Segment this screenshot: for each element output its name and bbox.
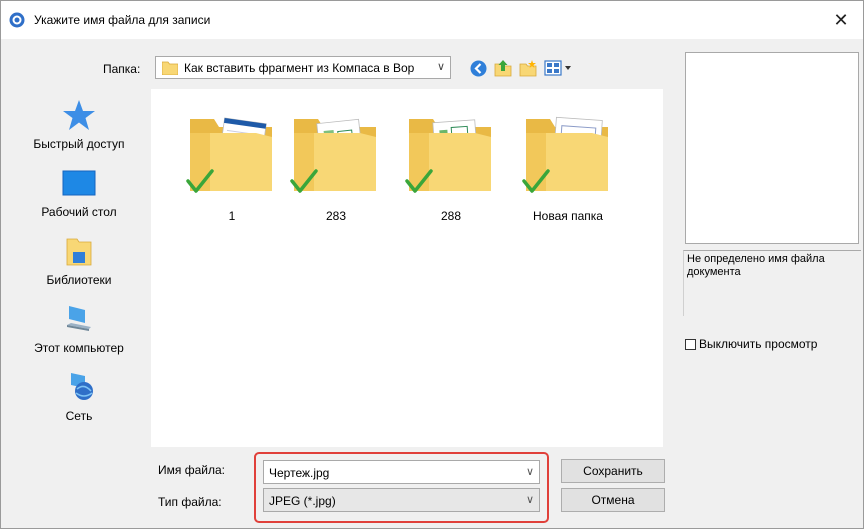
cancel-button[interactable]: Отмена [561, 488, 665, 512]
window-title: Укажите имя файла для записи [34, 13, 211, 27]
file-item-283[interactable]: 283 [283, 103, 389, 223]
highlight-frame [254, 452, 549, 523]
folder-synced-icon [522, 116, 608, 193]
place-label: Сеть [65, 409, 93, 423]
file-item-1[interactable]: 1 [179, 103, 285, 223]
places-bar: Быстрый доступ Рабочий стол Библиотеки Э… [15, 89, 143, 447]
place-desktop[interactable]: Рабочий стол [15, 167, 143, 219]
view-menu-icon [544, 60, 571, 76]
place-libraries[interactable]: Библиотеки [15, 235, 143, 287]
file-name: 288 [440, 209, 462, 223]
libraries-icon [66, 238, 92, 266]
up-folder-icon [494, 60, 512, 77]
close-button[interactable]: ✕ [819, 1, 863, 39]
place-network[interactable]: Сеть [15, 371, 143, 423]
place-this-pc[interactable]: Этот компьютер [15, 303, 143, 355]
network-icon [71, 373, 93, 400]
save-button-label: Сохранить [583, 464, 643, 478]
preview-info: Не определено имя файла документа [683, 250, 861, 316]
desktop-icon [62, 170, 96, 196]
disable-preview-checkbox[interactable]: Выключить просмотр [685, 337, 817, 351]
place-label: Рабочий стол [41, 205, 117, 219]
title-bar: Укажите имя файла для записи ✕ [1, 1, 863, 39]
back-button[interactable] [467, 57, 489, 79]
preview-pane [685, 52, 859, 244]
computer-icon [67, 306, 91, 331]
filename-label: Имя файла: [158, 463, 225, 477]
filetype-label: Тип файла: [158, 495, 222, 509]
cancel-button-label: Отмена [591, 493, 635, 507]
close-icon: ✕ [833, 9, 849, 30]
folder-label: Папка: [103, 62, 141, 76]
current-folder-text: Как вставить фрагмент из Компаса в Вор [184, 61, 415, 75]
save-file-dialog: Укажите имя файла для записи ✕ Папка: Ка… [0, 0, 864, 529]
view-menu-button[interactable] [542, 57, 576, 79]
file-list[interactable]: 1 283 288 Новая папка [151, 89, 663, 447]
new-folder-icon [519, 60, 537, 77]
folder-select[interactable]: Как вставить фрагмент из Компаса в Вор ∨ [155, 56, 451, 79]
app-icon [9, 12, 25, 28]
file-name: 1 [228, 209, 236, 223]
up-folder-button[interactable] [492, 57, 514, 79]
checkbox-box[interactable] [685, 338, 696, 350]
back-icon [470, 60, 486, 76]
folder-icon [162, 61, 178, 75]
folder-synced-icon [405, 119, 491, 193]
new-folder-button[interactable] [517, 57, 539, 79]
quick-access-star-icon [63, 100, 95, 130]
file-name: Новая папка [533, 209, 603, 223]
place-quick-access[interactable]: Быстрый доступ [15, 99, 143, 151]
chevron-down-icon: ∨ [436, 61, 445, 73]
place-label: Этот компьютер [34, 341, 124, 355]
save-button[interactable]: Сохранить [561, 459, 665, 483]
file-name: 283 [325, 209, 347, 223]
folder-synced-icon [290, 118, 376, 193]
place-label: Быстрый доступ [33, 137, 125, 151]
disable-preview-label: Выключить просмотр [699, 337, 818, 351]
file-item-new-folder[interactable]: Новая папка [515, 103, 621, 223]
place-label: Библиотеки [46, 273, 112, 287]
folder-synced-icon [186, 117, 272, 193]
file-item-288[interactable]: 288 [398, 103, 504, 223]
